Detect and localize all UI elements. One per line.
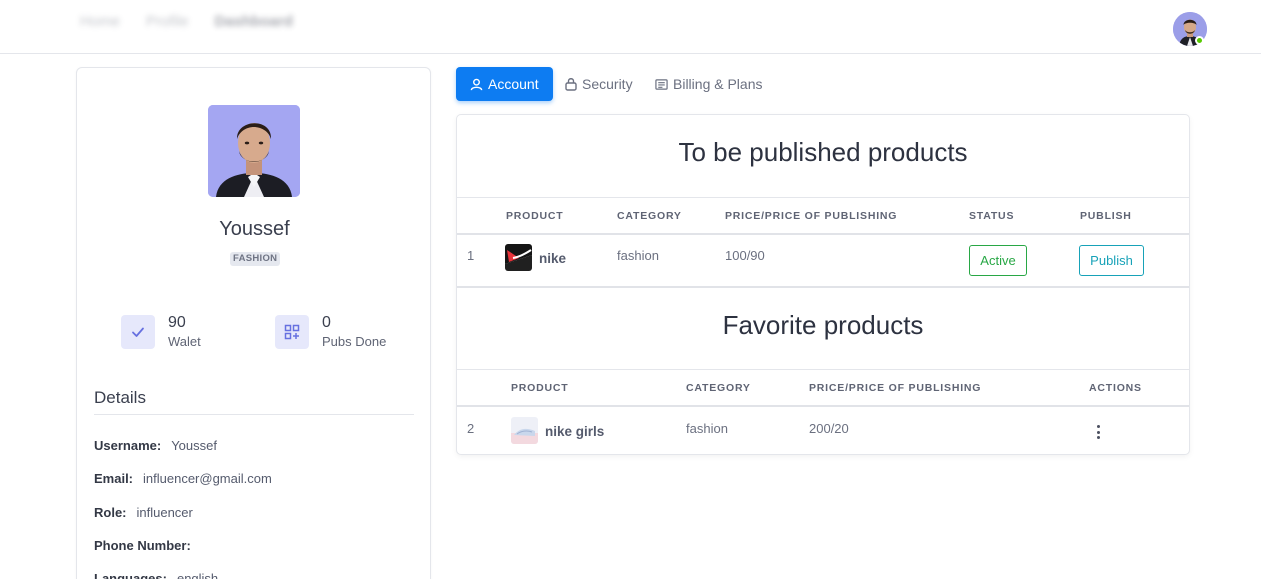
product-thumbnail [505,244,532,271]
profile-card: Youssef FASHION 90 Walet 0 Pubs Done Det… [76,67,431,579]
col-status: STATUS [969,210,1015,222]
detail-value: influencer@gmail.com [143,471,272,486]
pubs-done-label: Pubs Done [322,334,387,349]
detail-username: Username: Youssef [94,438,217,453]
breadcrumb-item[interactable]: Home [80,13,120,30]
row-index: 2 [467,421,475,436]
col-product: PRODUCT [511,382,569,394]
favorites-title: Favorite products [722,310,924,340]
tab-label: Account [488,76,539,92]
col-price: PRICE/PRICE OF PUBLISHING [809,382,982,394]
detail-label: Username: [94,438,162,453]
check-icon [121,315,155,349]
wallet-value: 90 [168,314,186,331]
divider [457,286,1189,288]
tab-label: Security [582,76,633,92]
detail-label: Phone Number: [94,538,191,553]
divider [457,369,1189,370]
stat-wallet: 90 Walet [121,313,201,351]
detail-phone: Phone Number: [94,538,201,553]
tab-account[interactable]: Account [456,67,553,101]
row-index: 1 [467,248,475,263]
detail-label: Role: [94,505,127,520]
detail-value: influencer [136,505,193,520]
detail-label: Email: [94,471,134,486]
product-price: 100/90 [725,248,765,263]
details-title: Details [94,388,146,407]
user-name: Youssef [219,218,290,240]
col-category: CATEGORY [617,210,682,222]
detail-value: english [176,571,219,579]
role-badge: FASHION [230,252,281,266]
col-price: PRICE/PRICE OF PUBLISHING [725,210,898,222]
tab-label: Billing & Plans [673,76,763,92]
more-actions-icon[interactable] [1093,425,1103,439]
breadcrumb: Home Profile Dashboard [80,13,293,30]
detail-label: Languages: [94,571,167,579]
product-name[interactable]: nike girls [545,424,604,439]
divider [94,414,414,415]
divider [457,405,1189,407]
col-category: CATEGORY [686,382,751,394]
stat-pubs-done: 0 Pubs Done [275,313,386,351]
product-category: fashion [617,248,659,263]
wallet-label: Walet [168,334,201,349]
divider [457,233,1189,235]
user-icon [470,78,483,91]
to-publish-title: To be published products [678,137,968,167]
tab-billing-plans[interactable]: Billing & Plans [655,67,763,101]
col-product: PRODUCT [506,210,564,222]
detail-role: Role: influencer [94,505,193,520]
breadcrumb-item[interactable]: Profile [146,13,189,30]
grid-plus-icon [275,315,309,349]
top-navbar: Home Profile Dashboard [0,0,1261,54]
detail-email: Email: influencer@gmail.com [94,471,272,486]
divider [457,197,1189,198]
product-thumbnail [511,417,538,444]
product-price: 200/20 [809,421,849,436]
status-button[interactable]: Active [969,245,1027,276]
pubs-done-value: 0 [322,314,331,331]
breadcrumb-current: Dashboard [214,13,293,30]
profile-photo [208,105,300,197]
lock-icon [565,77,577,91]
publish-button[interactable]: Publish [1079,245,1144,276]
product-category: fashion [686,421,728,436]
receipt-icon [655,78,668,91]
products-card: To be published products PRODUCT CATEGOR… [456,114,1190,455]
col-publish: PUBLISH [1080,210,1132,222]
tab-security[interactable]: Security [565,67,633,101]
detail-languages: Languages: english [94,571,218,579]
product-name[interactable]: nike [539,251,566,266]
detail-value: Youssef [171,438,217,453]
col-actions: ACTIONS [1089,382,1142,394]
online-status-dot [1195,36,1204,45]
